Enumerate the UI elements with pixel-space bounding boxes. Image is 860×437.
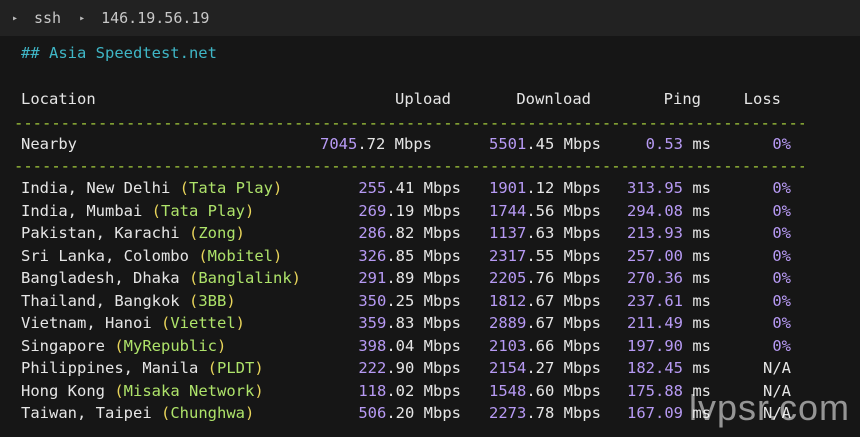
row-upload: 118.02 Mbps (358, 381, 461, 400)
table-row: Philippines, Manila (PLDT) 222.90 Mbps 215… (0, 357, 860, 379)
row-location: Hong Kong (Misaka Network) (21, 381, 264, 400)
table-row: Bangladesh, Dhaka (Banglalink) 291.89 Mbp… (0, 267, 860, 289)
row-download: 1744.56 Mbps (489, 201, 601, 220)
column-download: Download (516, 90, 591, 108)
table-row: India, Mumbai (Tata Play) 269.19 Mbps 1744… (0, 200, 860, 222)
breadcrumb-ssh[interactable]: ssh (34, 9, 61, 27)
watermark-logo: lvpsr.com (688, 387, 850, 428)
row-loss: 0% (772, 179, 791, 197)
row-isp: Zong (198, 224, 236, 242)
row-ping: 237.61 ms (627, 291, 711, 310)
row-upload: 506.20 Mbps (358, 404, 461, 422)
row-loss: N/A (763, 359, 791, 377)
row-upload: 222.90 Mbps (358, 359, 461, 377)
nearby-loss: 0% (772, 135, 791, 153)
row-isp: 3BB (198, 291, 227, 310)
row-isp: Mobitel (207, 246, 273, 265)
column-upload: Upload (395, 90, 451, 108)
row-ping: 182.45 ms (627, 359, 711, 377)
row-download: 2317.55 Mbps (489, 246, 601, 265)
row-location: Pakistan, Karachi (Zong) (21, 224, 245, 242)
row-location: India, New Delhi (Tata Play) (21, 179, 283, 197)
row-location: Sri Lanka, Colombo (Mobitel) (21, 246, 283, 265)
breadcrumb-host[interactable]: 146.19.56.19 (101, 9, 209, 27)
row-loss: 0% (772, 224, 791, 242)
row-isp: Tata Play (188, 179, 273, 197)
row-ping: 197.90 ms (627, 336, 711, 355)
row-isp: MyRepublic (123, 336, 217, 355)
row-upload: 326.85 Mbps (358, 246, 461, 265)
row-ping: 313.95 ms (627, 179, 711, 197)
row-isp: Banglalink (198, 269, 292, 287)
row-location: Vietnam, Hanoi (Viettel) (21, 314, 245, 332)
row-download: 2103.66 Mbps (489, 336, 601, 355)
breadcrumb-arrow-icon: ▸ (79, 12, 86, 24)
column-ping: Ping (663, 90, 701, 108)
row-loss: 0% (772, 291, 791, 310)
breadcrumb-arrow-icon: ▸ (12, 12, 19, 24)
table-row: Thailand, Bangkok (3BB) 350.25 Mbps 1812.6… (0, 290, 860, 312)
row-ping: 213.93 ms (627, 224, 711, 242)
row-loss: 0% (772, 314, 791, 332)
row-ping: 257.00 ms (627, 246, 711, 265)
nearby-row: Nearby 7045.72 Mbps 5501.45 Mbps 0.53 ms… (0, 133, 860, 155)
table-row: Sri Lanka, Colombo (Mobitel) 326.85 Mbps 2… (0, 245, 860, 267)
row-isp: Misaka Network (123, 381, 255, 400)
row-location: Thailand, Bangkok (3BB) (21, 291, 236, 310)
row-download: 1901.12 Mbps (489, 179, 601, 197)
section-heading: ## Asia Speedtest.net (21, 44, 217, 62)
row-upload: 291.89 Mbps (358, 269, 461, 287)
row-location: Taiwan, Taipei (Chunghwa) (21, 404, 255, 422)
row-ping: 294.08 ms (627, 201, 711, 220)
row-upload: 350.25 Mbps (358, 291, 461, 310)
row-loss: 0% (772, 246, 791, 265)
row-isp: Chunghwa (170, 404, 245, 422)
table-row: Singapore (MyRepublic) 398.04 Mbps 2103.66… (0, 335, 860, 357)
column-location: Location (21, 90, 96, 108)
row-upload: 255.41 Mbps (358, 179, 461, 197)
terminal-titlebar: ▸ ssh ▸ 146.19.56.19 (0, 0, 860, 36)
row-download: 2889.67 Mbps (489, 314, 601, 332)
row-ping: 211.49 ms (627, 314, 711, 332)
separator-line: ----------------------------------------… (14, 157, 804, 175)
row-location: Bangladesh, Dhaka (Banglalink) (21, 269, 301, 287)
row-download: 1548.60 Mbps (489, 381, 601, 400)
row-upload: 398.04 Mbps (358, 336, 461, 355)
row-ping: 270.36 ms (627, 269, 711, 287)
row-upload: 286.82 Mbps (358, 224, 461, 242)
row-loss: 0% (772, 269, 791, 287)
row-download: 1137.63 Mbps (489, 224, 601, 242)
nearby-location: Nearby (21, 135, 77, 153)
row-upload: 359.83 Mbps (358, 314, 461, 332)
row-location: Philippines, Manila (PLDT) (21, 359, 264, 377)
row-isp: PLDT (216, 359, 255, 377)
nearby-upload: 7045.72 Mbps (320, 135, 432, 153)
table-row: Vietnam, Hanoi (Viettel) 359.83 Mbps 2889.… (0, 312, 860, 334)
separator-line: ----------------------------------------… (14, 114, 804, 132)
row-isp: Viettel (170, 314, 236, 332)
nearby-download: 5501.45 Mbps (489, 135, 601, 153)
row-download: 2205.76 Mbps (489, 269, 601, 287)
row-location: India, Mumbai (Tata Play) (21, 201, 255, 220)
column-loss: Loss (743, 90, 781, 108)
nearby-ping: 0.53 ms (645, 135, 711, 153)
row-loss: 0% (772, 201, 791, 220)
row-download: 2273.78 Mbps (489, 404, 601, 422)
row-location: Singapore (MyRepublic) (21, 336, 227, 355)
table-row: India, New Delhi (Tata Play) 255.41 Mbps 1… (0, 177, 860, 199)
row-download: 2154.27 Mbps (489, 359, 601, 377)
table-row: Pakistan, Karachi (Zong) 286.82 Mbps 1137.… (0, 222, 860, 244)
row-download: 1812.67 Mbps (489, 291, 601, 310)
row-upload: 269.19 Mbps (358, 201, 461, 220)
terminal-output[interactable]: ## Asia Speedtest.net Location Upload Do… (0, 36, 860, 437)
row-loss: 0% (772, 336, 791, 355)
row-isp: Tata Play (161, 201, 245, 220)
column-header-row: Location Upload Download Ping Loss (0, 88, 860, 110)
